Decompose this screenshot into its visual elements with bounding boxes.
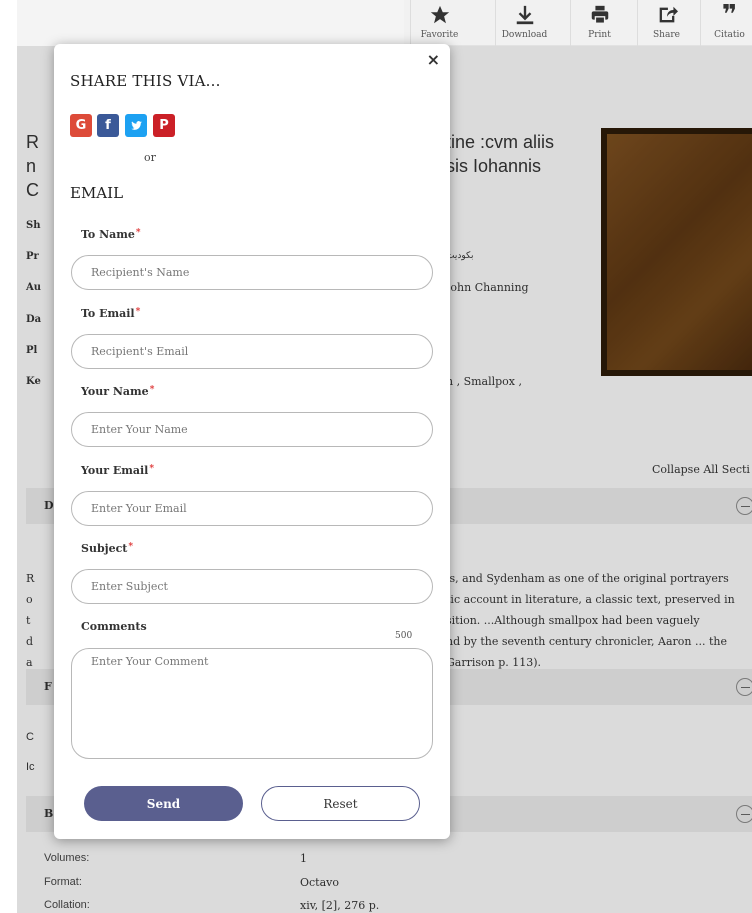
star-icon — [411, 0, 468, 28]
download-label: Download — [501, 30, 548, 40]
share-label: Share — [653, 30, 680, 40]
reset-button[interactable]: Reset — [261, 786, 420, 821]
facebook-share-icon[interactable]: f — [97, 114, 119, 137]
to-email-label-text: To Email — [81, 307, 135, 320]
subject-input[interactable] — [71, 569, 433, 604]
required-mark: * — [149, 464, 155, 474]
to-name-label-text: To Name — [81, 228, 135, 241]
google-share-icon[interactable]: G — [70, 114, 92, 137]
download-button[interactable]: Download — [495, 0, 553, 46]
to-name-label: To Name* — [81, 228, 141, 241]
citation-label: Citatio — [714, 30, 745, 40]
print-icon — [571, 0, 628, 28]
to-email-label: To Email* — [81, 307, 140, 320]
your-email-label-text: Your Email — [81, 464, 149, 477]
quote-icon: ❞ — [721, 0, 738, 30]
download-icon — [496, 0, 553, 28]
comments-label: Comments — [81, 620, 147, 633]
your-email-input[interactable] — [71, 491, 433, 526]
required-mark: * — [135, 307, 141, 317]
your-name-label-text: Your Name — [81, 385, 149, 398]
required-mark: * — [128, 542, 134, 552]
print-button[interactable]: Print — [570, 0, 628, 46]
comments-textarea[interactable] — [71, 648, 433, 759]
share-title: SHARE THIS VIA... — [70, 72, 221, 90]
character-counter: 500 — [395, 631, 413, 641]
share-button[interactable]: Share — [637, 0, 695, 46]
required-mark: * — [149, 385, 155, 395]
print-label: Print — [588, 30, 611, 40]
or-separator: or — [144, 151, 156, 164]
send-button[interactable]: Send — [84, 786, 243, 821]
subject-label: Subject* — [81, 542, 133, 555]
email-section-title: EMAIL — [70, 184, 124, 202]
close-icon[interactable]: × — [427, 50, 440, 69]
share-modal: × SHARE THIS VIA... G f P or EMAIL To Na… — [54, 44, 450, 839]
favorite-label: Favorite — [420, 30, 459, 40]
favorite-button[interactable]: Favorite — [410, 0, 468, 46]
action-toolbar: Favorite Download Print Share ❞ Citatio — [404, 0, 752, 46]
your-name-label: Your Name* — [81, 385, 154, 398]
subject-label-text: Subject — [81, 542, 128, 555]
to-name-input[interactable] — [71, 255, 433, 290]
required-mark: * — [135, 228, 141, 238]
citation-button[interactable]: ❞ Citatio — [700, 0, 752, 46]
pinterest-share-icon[interactable]: P — [153, 114, 175, 137]
your-email-label: Your Email* — [81, 464, 154, 477]
page-left-margin — [0, 0, 17, 913]
your-name-input[interactable] — [71, 412, 433, 447]
share-icon — [638, 0, 695, 28]
twitter-share-icon[interactable] — [125, 114, 147, 137]
to-email-input[interactable] — [71, 334, 433, 369]
